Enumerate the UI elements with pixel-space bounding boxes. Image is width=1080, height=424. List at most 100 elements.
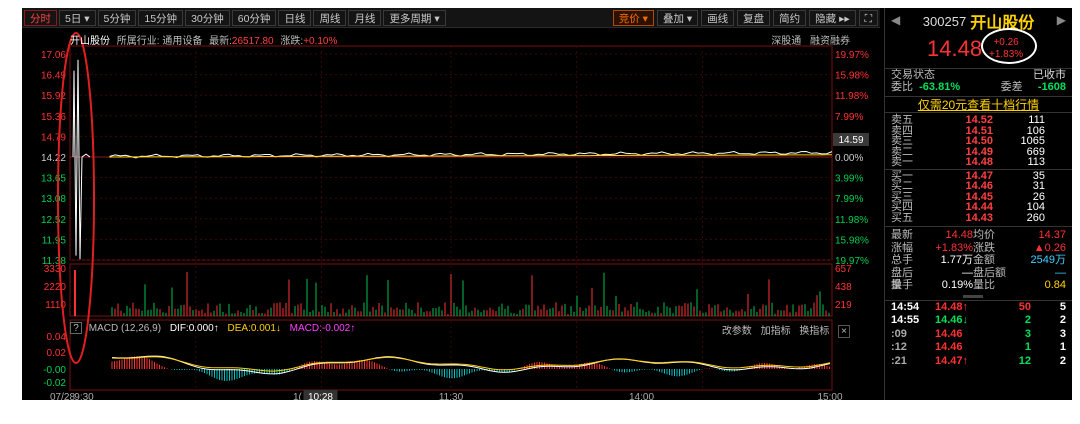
toolbar-right: 竞价 ▾ 叠加 ▾ 画线 复盘 简约 隐藏 ▸▸ ⛶ bbox=[610, 8, 878, 27]
stock-info-bar: 开山股份 所属行业: 通用设备 最新:26517.80 涨跌:+0.10% bbox=[70, 32, 337, 47]
tick-n: 3 bbox=[1059, 327, 1066, 340]
period-tab[interactable]: 周线 bbox=[313, 9, 347, 26]
toolbar-button[interactable]: 竞价 ▾ bbox=[612, 9, 654, 26]
volume-right-label: 657 bbox=[835, 264, 852, 275]
chart-canvas[interactable]: 17.06 19.97%16.49 15.98%15.92 11.98%15.36 7.… bbox=[22, 28, 880, 400]
tick-list[interactable]: 14:54 14.48↑ 50 5 14:55 14.46↓ 2 2:09 14.46 3 3:12… bbox=[885, 299, 1072, 369]
prev-stock-icon[interactable]: ◀ bbox=[891, 13, 900, 27]
order-level: 买四 14.44 104 bbox=[885, 202, 1072, 213]
volume-tick-label: 3330 bbox=[44, 264, 67, 275]
last-price: 14.48 bbox=[927, 36, 983, 61]
volume-right-label: 219 bbox=[835, 300, 852, 311]
weicha-label: 委差 bbox=[1000, 81, 1023, 93]
period-tab[interactable]: 15分钟 bbox=[138, 9, 184, 26]
tick-n: 2 bbox=[1059, 354, 1066, 367]
tick-vol: 1 bbox=[1024, 341, 1031, 353]
period-tabs: 分时 5日 ▾ 5分钟 15分钟 30分钟 60分钟 日线 周线 月线 更多周期 ▾ bbox=[22, 8, 446, 27]
volume-tick-label: 2220 bbox=[44, 282, 67, 293]
status-value: 已收市 bbox=[1033, 69, 1066, 81]
highlight-circle bbox=[981, 28, 1037, 64]
percent-tick-label: 15.98% bbox=[835, 235, 869, 246]
percent-tick-label: 7.99% bbox=[835, 194, 863, 205]
macd-dif: DIF:0.000↑ bbox=[169, 323, 219, 334]
order-label: 买二 bbox=[891, 180, 913, 192]
stat-v1: 0.19% bbox=[941, 279, 973, 291]
period-tab[interactable]: 分时 bbox=[24, 9, 57, 26]
macd-header: ? MACD (12,26,9) DIF:0.000↑ DEA:0.001↓ M… bbox=[70, 322, 355, 334]
period-tab[interactable]: 30分钟 bbox=[185, 9, 230, 26]
intraday-chart[interactable]: 17.06 19.97% 16.49 15.98% 15.92 11.98% 15.36 7.… bbox=[22, 28, 880, 400]
panel-divider bbox=[885, 292, 1072, 300]
time-tick-label: 9:30 bbox=[74, 392, 94, 400]
tick-row: :09 14.46 3 3 bbox=[885, 328, 1072, 342]
macd-value: MACD:-0.002↑ bbox=[289, 323, 356, 334]
stat-k2: 涨跌 bbox=[973, 241, 995, 254]
period-tab[interactable]: 60分钟 bbox=[231, 9, 277, 26]
ask-levels: 卖五 14.52 111 卖四 14.51 106 卖三 14.50 1065 卖二 14.49 66… bbox=[885, 115, 1072, 168]
quote-panel: ◀ 300257 开山股份 ▶ 14.48 +0.26 +1.83% 交易状态 … bbox=[884, 8, 1072, 400]
next-stock-icon[interactable]: ▶ bbox=[1057, 13, 1066, 27]
tick-price: 14.46 bbox=[935, 341, 963, 353]
period-tab[interactable]: 5日 ▾ bbox=[59, 9, 96, 26]
stat-k1: 总手 bbox=[891, 254, 913, 266]
stat-row: 总手 1.77万 金额 2549万 bbox=[885, 254, 1072, 267]
macd-tick-label: -0.02 bbox=[43, 378, 66, 389]
price-tick-label: 13.08 bbox=[41, 194, 66, 205]
trading-app: 分时 5日 ▾ 5分钟 15分钟 30分钟 60分钟 日线 周线 月线 更多周期 ▾ 竞价 ▾ 叠加… bbox=[22, 8, 1072, 400]
macd-tick-label: 0.02 bbox=[47, 348, 67, 359]
time-cursor-label: 10:28 bbox=[308, 392, 333, 400]
tick-price: 14.47↑ bbox=[935, 354, 969, 367]
period-tab[interactable]: 更多周期 ▾ bbox=[383, 9, 446, 26]
indicator-tools: 改参数 加指标 换指标 × bbox=[716, 322, 850, 338]
order-level: 买五 14.43 260 bbox=[885, 212, 1072, 224]
stat-k1: 最新 bbox=[891, 229, 913, 241]
percent-tick-label: 3.99% bbox=[835, 174, 863, 185]
edit-params-button[interactable]: 改参数 bbox=[722, 326, 752, 337]
toolbar-button[interactable]: 复盘 bbox=[737, 9, 771, 26]
tick-time: :12 bbox=[891, 341, 907, 353]
toolbar-button[interactable]: 画线 bbox=[701, 9, 735, 26]
latest-index-value: 26517.80 bbox=[231, 36, 274, 47]
tick-n: 5 bbox=[1059, 300, 1066, 313]
add-indicator-button[interactable]: 加指标 bbox=[761, 326, 791, 337]
fullscreen-icon[interactable]: ⛶ bbox=[858, 9, 878, 26]
order-vol: 113 bbox=[1027, 156, 1045, 168]
percent-tick-label: 11.98% bbox=[835, 215, 868, 226]
period-tab[interactable]: 日线 bbox=[278, 9, 312, 26]
macd-title: MACD (12,26,9) bbox=[88, 323, 162, 334]
stat-row: 盘后量 — 盘后额 — bbox=[885, 267, 1072, 292]
macd-tick-label: 0.04 bbox=[47, 332, 67, 343]
change-value: +0.10% bbox=[303, 36, 338, 47]
current-price-tag-label: 14.59 bbox=[838, 135, 863, 146]
time-tick-label: 14:00 bbox=[629, 392, 654, 400]
time-tick-label: 15:00 bbox=[817, 392, 842, 400]
period-tab[interactable]: 5分钟 bbox=[97, 9, 137, 26]
percent-tick-label: 7.99% bbox=[835, 112, 863, 123]
weibi-value: -63.81% bbox=[919, 81, 961, 93]
tick-row: :12 14.46 1 1 bbox=[885, 341, 1072, 355]
quote-stats: 最新 14.48 均价 14.37 涨幅 +1.83% 涨跌 ▲0.26 总手 1.77万 金额 25… bbox=[885, 226, 1072, 292]
tick-price: 14.46↓ bbox=[935, 314, 969, 326]
help-icon[interactable]: ? bbox=[70, 322, 82, 334]
order-level: 卖三 14.50 1065 bbox=[885, 136, 1072, 147]
shenzhen-connect-link[interactable]: 深股通 bbox=[771, 36, 801, 47]
stat-k2: 均价 bbox=[973, 229, 995, 241]
stock-links: 深股通 融资融券 bbox=[765, 32, 850, 47]
latest-index-label: 最新: bbox=[209, 36, 232, 47]
toolbar-button[interactable]: 隐藏 ▸▸ bbox=[809, 9, 856, 26]
time-tick-label: 11:30 bbox=[439, 392, 464, 400]
stock-code: 300257 bbox=[922, 13, 967, 29]
level2-upsell-link[interactable]: 仅需20元查看十档行情 bbox=[885, 96, 1072, 113]
margin-trading-link[interactable]: 融资融券 bbox=[810, 36, 850, 47]
tick-n: 1 bbox=[1059, 341, 1066, 353]
tick-time: :21 bbox=[891, 354, 907, 367]
toolbar-button[interactable]: 叠加 ▾ bbox=[656, 9, 699, 26]
switch-indicator-button[interactable]: 换指标 bbox=[799, 326, 829, 337]
stat-v2: ▲0.26 bbox=[1033, 241, 1066, 254]
order-level: 买二 14.46 31 bbox=[885, 181, 1072, 192]
toolbar-button[interactable]: 简约 bbox=[773, 9, 807, 26]
close-icon[interactable]: × bbox=[838, 325, 850, 338]
percent-tick-label: 0.00% bbox=[835, 153, 863, 164]
order-vol: 111 bbox=[1028, 114, 1045, 126]
period-tab[interactable]: 月线 bbox=[348, 9, 382, 26]
